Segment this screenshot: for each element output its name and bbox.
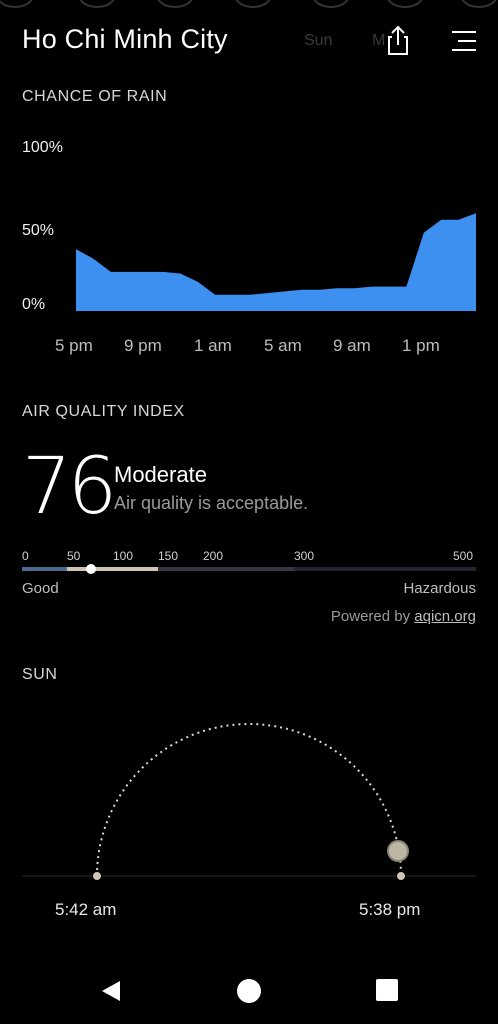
- sunrise-time: 5:42 am: [55, 900, 117, 919]
- aqi-band-unhealthy: [158, 567, 294, 571]
- aqi-scale-label: 200: [203, 549, 224, 563]
- rain-chart: [76, 213, 476, 311]
- back-button[interactable]: [96, 976, 126, 1006]
- home-circle-icon[interactable]: [237, 979, 261, 1003]
- aqi-scale-label: 100: [113, 549, 134, 563]
- aqi-scale-label: 0: [22, 549, 29, 563]
- aqi-band-moderate: [67, 567, 158, 571]
- rain-area-series: [76, 213, 476, 311]
- sun-section-title: SUN: [22, 666, 58, 683]
- aqi-scale-label: 300: [294, 549, 315, 563]
- sun-path-arc: [96, 723, 402, 877]
- powered-by: Powered by aqicn.org: [331, 608, 476, 625]
- rain-x-label: 1 pm: [402, 336, 440, 355]
- sunrise-marker: [93, 872, 101, 880]
- aqi-value: 76: [22, 442, 117, 532]
- aqi-band-good: [22, 567, 67, 571]
- aqi-indicator-dot: [86, 564, 96, 574]
- sunset-time: 5:38 pm: [359, 900, 421, 919]
- aqi-description: Air quality is acceptable.: [114, 493, 309, 513]
- rain-x-label: 9 am: [333, 336, 371, 355]
- rain-x-label: 9 pm: [124, 336, 162, 355]
- sun-position-icon: [387, 840, 409, 862]
- aqi-scale-label: 150: [158, 549, 179, 563]
- powered-by-text: Powered by: [330, 608, 411, 625]
- rain-x-label: 5 am: [264, 336, 302, 355]
- sun-arc-diagram: [22, 723, 476, 880]
- aqi-min-label: Good: [22, 580, 59, 597]
- aqi-band-hazardous: [294, 567, 476, 571]
- aqi-scale-label: 50: [67, 549, 81, 563]
- aqi-level: Moderate: [114, 462, 207, 487]
- system-nav-bar: [0, 960, 498, 1024]
- aqi-scale-label: 500: [453, 549, 474, 563]
- sunset-marker: [397, 872, 405, 880]
- recents-square-icon[interactable]: [376, 979, 398, 1001]
- aqi-max-label: Hazardous: [403, 580, 476, 597]
- aqi-section-title: AIR QUALITY INDEX: [22, 403, 185, 420]
- aqicn-link[interactable]: aqicn.org: [414, 608, 476, 625]
- rain-x-label: 1 am: [194, 336, 232, 355]
- rain-x-label: 5 pm: [55, 336, 93, 355]
- back-triangle-icon: [102, 981, 120, 1001]
